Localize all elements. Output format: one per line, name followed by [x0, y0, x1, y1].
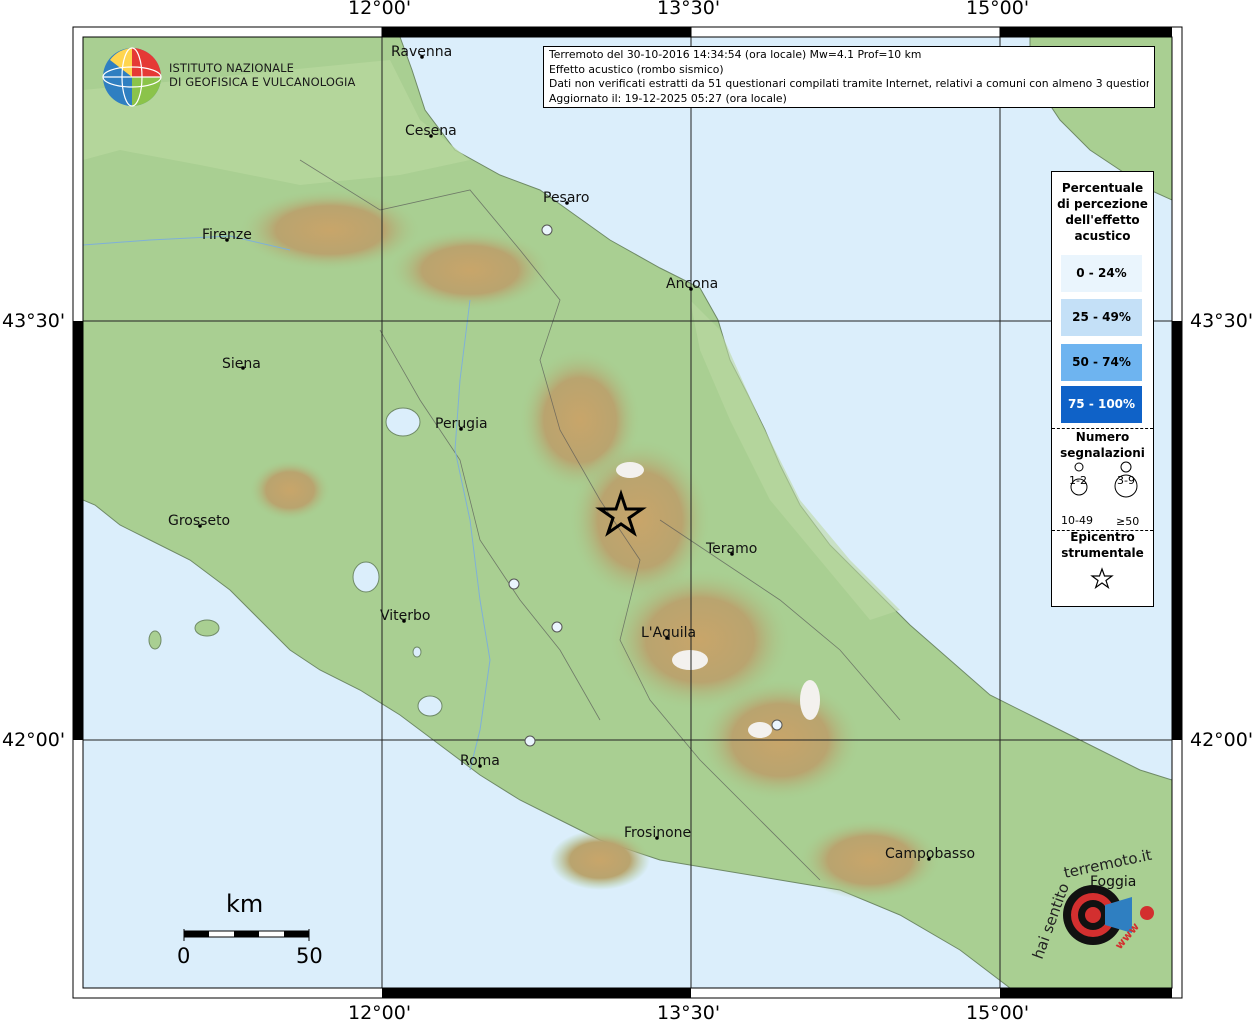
scale-unit: km [226, 890, 264, 918]
legend-count-title-line: Numero [1075, 430, 1130, 444]
lat-label-43-30: 43°30' [2, 310, 66, 332]
legend-epicenter-title: Epicentro strumentale [1052, 529, 1153, 561]
relief-amiata [250, 460, 330, 520]
city-label-laquila: L'Aquila [641, 625, 697, 641]
legend-swatch-25-49: 25 - 49% [1061, 299, 1142, 336]
city-label-campobasso: Campobasso [885, 846, 976, 862]
legend-title-line: di percezione [1057, 197, 1148, 211]
institute-name: ISTITUTO NAZIONALE DI GEOFISICA E VULCAN… [169, 61, 356, 89]
lon-label-12: 12°00' [348, 0, 412, 19]
city-label-firenze: Firenze [202, 227, 252, 243]
lon-label-13-30-bottom: 13°30' [657, 1002, 721, 1024]
snow-peak [616, 462, 644, 478]
city-label-grosseto: Grosseto [168, 513, 231, 529]
legend-epicenter-title-line: Epicentro [1070, 530, 1135, 544]
lon-label-12-bottom: 12°00' [348, 1002, 412, 1024]
city-label-frosinone: Frosinone [624, 825, 692, 841]
observation-point [551, 621, 563, 633]
legend-count-symbols [1070, 461, 1138, 498]
lon-label-15: 15°00' [966, 0, 1030, 19]
count-label-10-49: 10-49 [1061, 514, 1093, 527]
lon-label-15-bottom: 15°00' [966, 1002, 1030, 1024]
event-info-box: Terremoto del 30-10-2016 14:34:54 (ora l… [543, 46, 1155, 108]
lake-bracciano [417, 695, 443, 717]
city-label-viterbo: Viterbo [380, 608, 431, 624]
city-label-teramo: Teramo [706, 541, 758, 557]
observation-point [541, 224, 553, 236]
lat-label-42-right: 42°00' [1190, 729, 1254, 751]
count-symbol-medium [1120, 461, 1132, 473]
legend-title: Percentuale di percezione dell'effetto a… [1052, 180, 1153, 244]
scale-max: 50 [296, 944, 323, 968]
city-label-perugia: Perugia [435, 416, 488, 432]
lat-label-43-30-right: 43°30' [1190, 310, 1254, 332]
city-label-pesaro: Pesaro [543, 190, 590, 206]
observation-point [771, 719, 783, 731]
legend-swatch-75-100: 75 - 100% [1061, 386, 1142, 423]
observation-point [524, 735, 536, 747]
count-label-1-2: 1-2 [1069, 474, 1087, 487]
count-label-3-9: 3-9 [1117, 474, 1135, 487]
legend-star-icon [1090, 567, 1114, 589]
lake-vico [412, 646, 422, 658]
observation-point [508, 578, 520, 590]
lake-trasimeno [385, 407, 421, 437]
legend-title-line: dell'effetto [1065, 213, 1140, 227]
legend-swatch-0-24: 0 - 24% [1061, 255, 1142, 292]
event-info-line4: Aggiornato il: 19-12-2025 05:27 (ora loc… [549, 91, 787, 105]
institute-name-line1: ISTITUTO NAZIONALE [169, 61, 295, 75]
island-argentario [194, 619, 220, 637]
legend: Percentuale di percezione dell'effetto a… [1051, 171, 1154, 607]
snow-peak [800, 680, 820, 720]
city-label-cesena: Cesena [405, 123, 457, 139]
ingv-logo [102, 47, 162, 107]
event-info-line2: Effetto acustico (rombo sismico) [549, 62, 724, 76]
institute-name-line2: DI GEOFISICA E VULCANOLOGIA [169, 74, 356, 89]
relief-romagna [390, 230, 550, 310]
legend-swatch-50-74: 50 - 74% [1061, 344, 1142, 381]
snow-peak [672, 650, 708, 670]
event-info-line3: Dati non verificati estratti da 51 quest… [549, 77, 1149, 91]
city-label-ancona: Ancona [666, 276, 719, 292]
city-label-roma: Roma [460, 753, 500, 769]
snow-peak [748, 722, 772, 738]
event-info-line1: Terremoto del 30-10-2016 14:34:54 (ora l… [549, 48, 922, 61]
city-label-siena: Siena [222, 356, 261, 372]
relief-tosco-emiliano [240, 190, 420, 270]
island-giglio [148, 630, 162, 650]
legend-title-line: acustico [1074, 229, 1131, 243]
scale-min: 0 [177, 944, 191, 968]
city-label-foggia: Foggia [1090, 874, 1137, 890]
lake-bolsena [352, 561, 380, 593]
count-symbol-small [1074, 462, 1084, 472]
city-label-ravenna: Ravenna [391, 44, 453, 60]
lat-label-42: 42°00' [2, 729, 66, 751]
legend-epicenter-title-line: strumentale [1061, 546, 1144, 560]
legend-title-line: Percentuale [1061, 181, 1144, 195]
lon-label-13-30: 13°30' [657, 0, 721, 19]
count-label-50: ≥50 [1116, 515, 1140, 528]
